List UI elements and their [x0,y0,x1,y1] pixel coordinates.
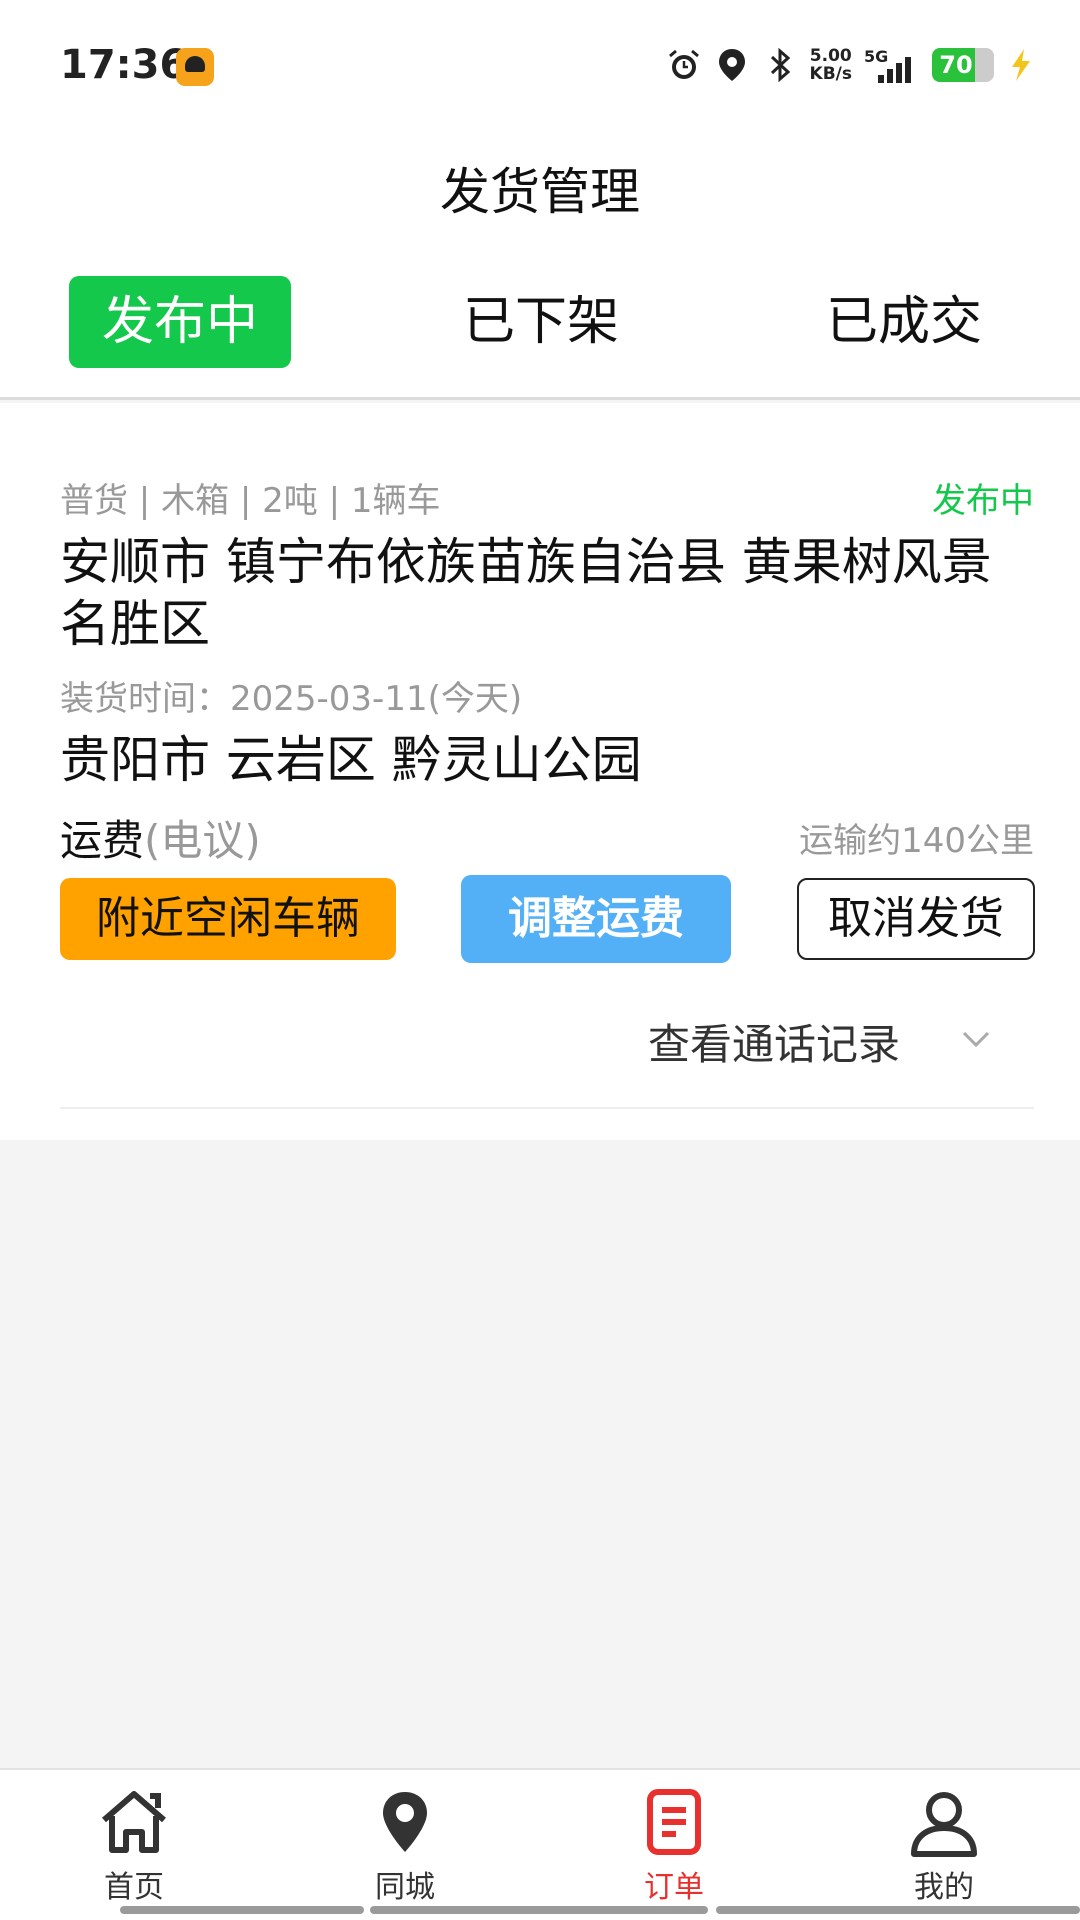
signal-icon: 5G [864,45,920,85]
nav-orders[interactable]: 订单 [594,1786,754,1906]
battery-icon: 70 [932,48,994,82]
network-speed-unit: KB/s [809,64,852,84]
nav-mine[interactable]: 我的 [864,1786,1024,1906]
page-title: 发货管理 [440,163,640,221]
battery-level: 70 [939,51,973,79]
status-badge: 发布中 [932,481,1034,521]
tab-publishing[interactable]: 发布中 [69,276,291,368]
chevron-down-icon[interactable] [958,1021,994,1057]
header: 发货管理 [0,130,1080,260]
nearby-vehicles-button[interactable]: 附近空闲车辆 [60,878,396,960]
network-speed: 5.00 KB/s [810,47,852,83]
charging-icon [1006,47,1036,83]
nav-local-label: 同城 [375,1870,435,1905]
bluetooth-icon [762,47,798,83]
fee-note: (电议) [144,816,261,865]
nav-orders-label: 订单 [644,1870,704,1905]
tab-completed[interactable]: 已成交 [793,276,1015,368]
location-pin-icon [383,1792,427,1852]
home-icon [102,1791,166,1853]
nav-mine-label: 我的 [914,1870,974,1905]
app-icon [176,48,214,86]
alarm-icon [666,47,702,83]
tab-bar: 发布中 已下架 已成交 [0,260,1080,400]
load-time: 装货时间：2025-03-11(今天) [60,679,523,719]
adjust-fee-button[interactable]: 调整运费 [461,875,731,963]
tab-offline[interactable]: 已下架 [430,276,652,368]
nav-home-label: 首页 [104,1870,164,1905]
network-speed-value: 5.00 [809,46,852,66]
status-bar: 17:36 5.00 KB/s 5G 70 [0,0,1080,130]
bottom-nav: 首页 同城 订单 我的 [0,1768,1080,1920]
fee-label: 运费 [60,816,145,865]
nav-local[interactable]: 同城 [325,1786,485,1906]
freight-fee: 运费(电议) [60,807,261,868]
cargo-tags: 普货 | 木箱 | 2吨 | 1辆车 [60,481,441,521]
gesture-bar [120,1906,364,1914]
status-icons: 5.00 KB/s 5G 70 [666,40,1036,90]
cancel-shipment-button[interactable]: 取消发货 [797,878,1035,960]
order-card[interactable]: 普货 | 木箱 | 2吨 | 1辆车 发布中 安顺市 镇宁布依族苗族自治县 黄果… [0,403,1080,1140]
distance: 运输约140公里 [799,821,1034,861]
destination-address: 贵阳市 云岩区 黔灵山公园 [60,731,642,789]
call-log-link[interactable]: 查看通话记录 [648,1011,900,1072]
divider [60,1107,1034,1109]
origin-address: 安顺市 镇宁布依族苗族自治县 黄果树风景名胜区 [60,533,992,653]
order-icon [647,1789,701,1855]
status-time: 17:36 [60,42,188,88]
location-icon [714,47,750,83]
gesture-bar [370,1906,708,1914]
user-icon [911,1792,977,1857]
nav-home[interactable]: 首页 [54,1786,214,1906]
screen: 17:36 5.00 KB/s 5G 70 发货管理 发布中 已下架 已成交 普… [0,0,1080,1920]
gesture-bar [716,1906,1080,1914]
